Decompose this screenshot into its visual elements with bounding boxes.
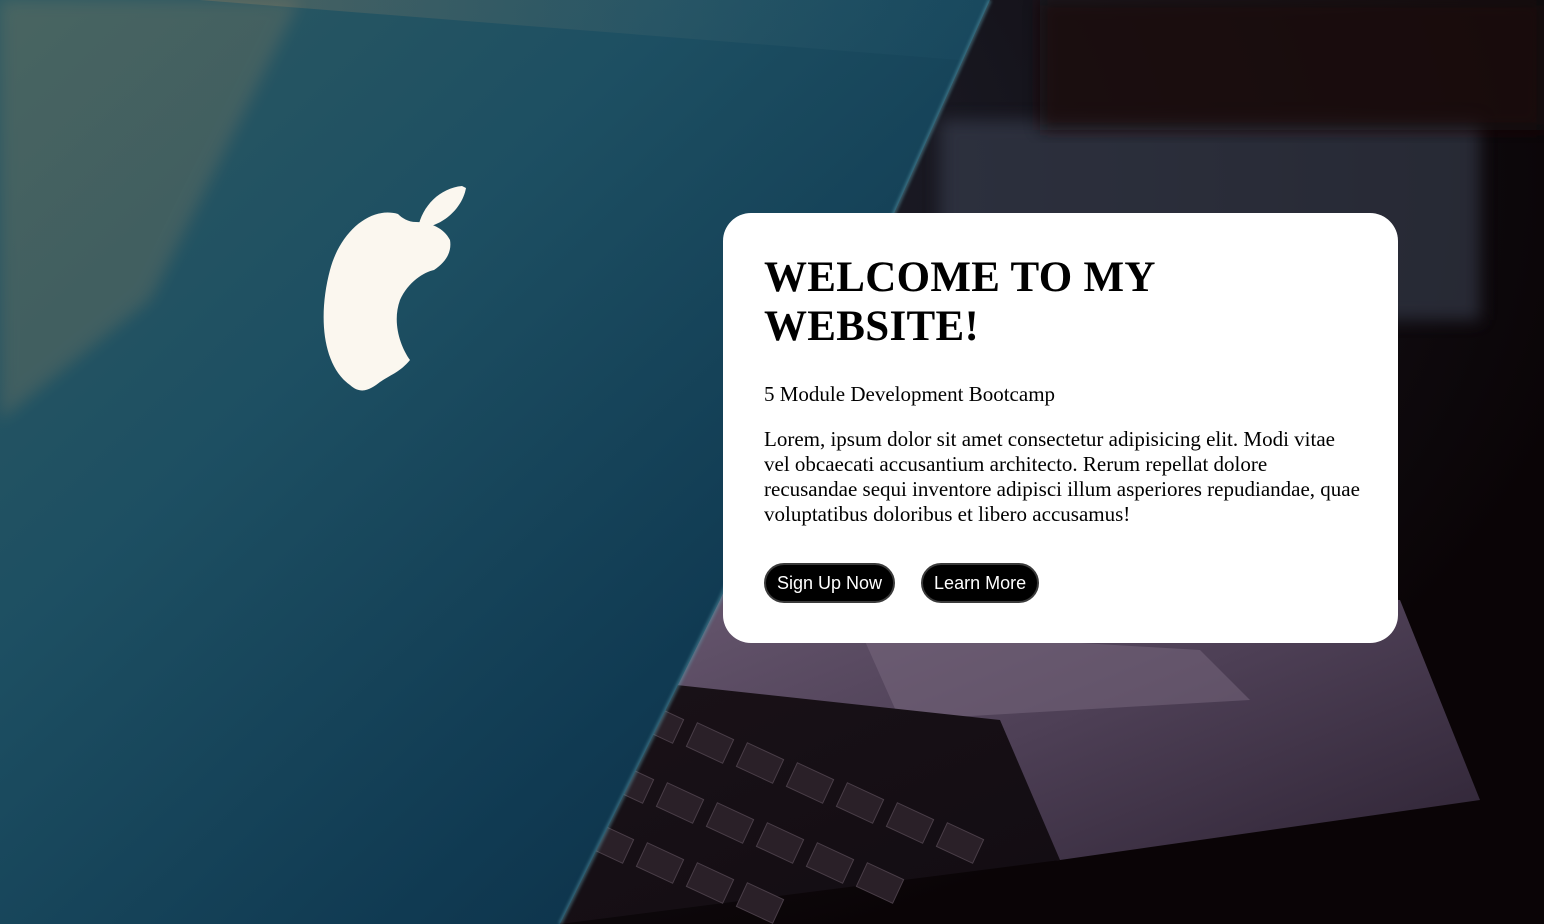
sign-up-button[interactable]: Sign Up Now: [764, 563, 896, 603]
hero-actions: Sign Up Now Learn More: [764, 563, 1357, 603]
page-title: WELCOME TO MY WEBSITE!: [764, 254, 1155, 350]
hero-subtitle: 5 Module Development Bootcamp: [764, 382, 1056, 406]
hero-card: WELCOME TO MY WEBSITE! 5 Module Developm…: [723, 213, 1398, 643]
learn-more-button[interactable]: Learn More: [921, 563, 1040, 603]
hero-description: Lorem, ipsum dolor sit amet consectetur …: [764, 427, 1360, 526]
